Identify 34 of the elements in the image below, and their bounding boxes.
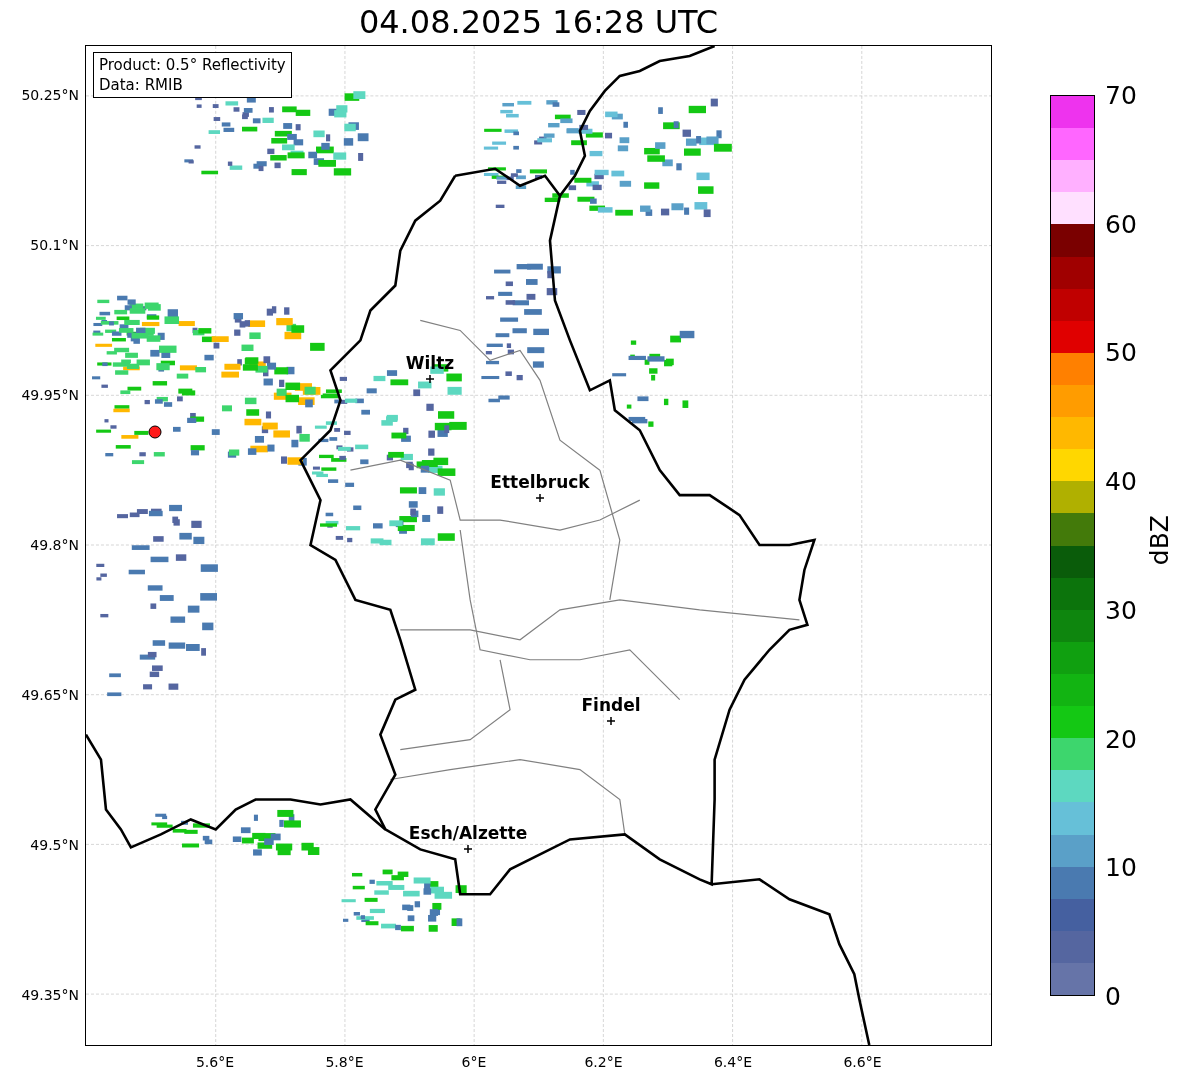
longitude-label: 6.6°E <box>843 1054 882 1070</box>
city-marker-icon <box>464 845 472 853</box>
city-label: Ettelbruck <box>490 472 590 492</box>
colorbar-tick-label: 30 <box>1105 595 1137 625</box>
colorbar-tick-label: 60 <box>1105 209 1137 239</box>
city-label: Findel <box>581 695 641 715</box>
latitude-label: 50.1°N <box>30 237 79 253</box>
colorbar-tick-label: 0 <box>1105 981 1121 1011</box>
colorbar-tick-label: 40 <box>1105 466 1137 496</box>
city-marker-icon <box>536 494 544 502</box>
latitude-label: 49.5°N <box>30 837 79 853</box>
latitude-label: 49.95°N <box>21 387 79 403</box>
city-label: Wiltz <box>405 353 455 373</box>
longitude-label: 5.8°E <box>325 1054 364 1070</box>
longitude-label: 5.6°E <box>195 1054 235 1070</box>
longitude-label: 6.4°E <box>713 1054 753 1070</box>
source-text: Data: RMIB <box>99 75 184 95</box>
city-marker-icon <box>607 717 615 725</box>
product-text: Product: 0.5° Reflectivity <box>99 55 286 75</box>
colorbar-label: dBZ <box>1145 515 1174 566</box>
city-marker-icon <box>426 375 434 383</box>
city-label: Esch/Alzette <box>408 823 528 843</box>
latitude-label: 49.8°N <box>30 537 79 553</box>
colorbar-tick-label: 20 <box>1105 724 1137 754</box>
latitude-label: 49.65°N <box>21 687 79 703</box>
latitude-label: 49.35°N <box>21 987 79 1003</box>
colorbar-tick-label: 50 <box>1105 337 1137 367</box>
latitude-label: 50.25°N <box>21 87 79 103</box>
longitude-label: 6.2°E <box>584 1054 623 1070</box>
radar-site-icon <box>148 425 162 439</box>
chart-title: 04.08.2025 16:28 UTC <box>357 2 720 43</box>
colorbar-tick-label: 10 <box>1105 852 1137 882</box>
longitude-label: 6°E <box>461 1054 487 1070</box>
colorbar-tick-label: 70 <box>1105 80 1137 110</box>
